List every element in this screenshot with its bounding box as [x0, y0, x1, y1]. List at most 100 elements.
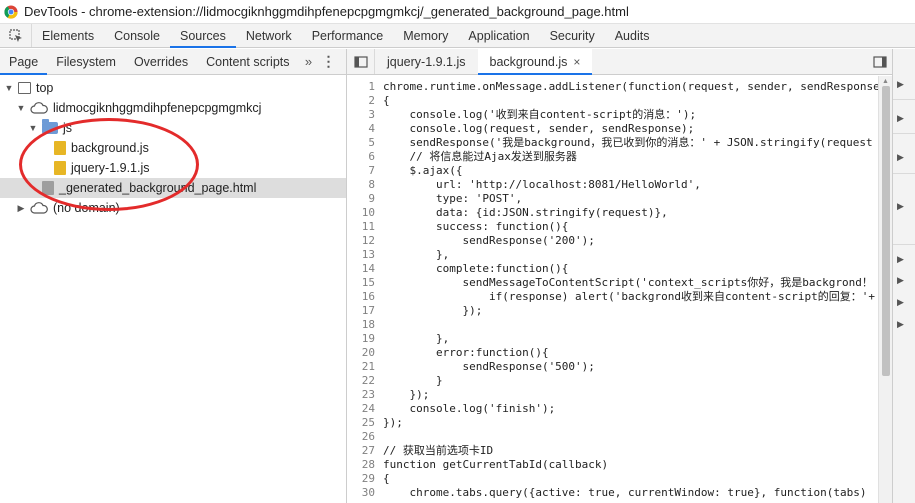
file-tree: ▼ top ▼ lidmocgiknhggmdihpfenepcpgmgmkcj…: [0, 76, 346, 503]
nav-tab-page[interactable]: Page: [0, 49, 48, 75]
tab-audits[interactable]: Audits: [605, 24, 660, 47]
line-number[interactable]: 3: [347, 108, 377, 122]
line-number[interactable]: 17: [347, 304, 377, 318]
sidebar-divider: [893, 133, 915, 134]
expand-arrow-icon[interactable]: ▶: [897, 275, 915, 287]
close-icon[interactable]: ×: [573, 55, 580, 69]
nav-tab-content-scripts[interactable]: Content scripts: [197, 49, 298, 74]
line-number[interactable]: 24: [347, 402, 377, 416]
tab-security[interactable]: Security: [540, 24, 605, 47]
line-number[interactable]: 8: [347, 178, 377, 192]
expand-arrow-icon[interactable]: ▶: [897, 254, 915, 266]
toggle-navigator-button[interactable]: [347, 49, 375, 74]
tab-console[interactable]: Console: [104, 24, 170, 47]
sidebar-divider: [893, 173, 915, 174]
code-line: },: [383, 248, 450, 261]
expand-triangle-icon[interactable]: ▼: [28, 123, 38, 133]
tree-item-label: background.js: [71, 141, 149, 155]
code-editor[interactable]: 1 2 3 4 5 6 7 8 9 10 11 12 13 14 15 16 17 18 19 20 21 22 23 24 2…: [347, 76, 878, 503]
editor-scrollbar[interactable]: ▲: [878, 76, 892, 503]
expand-arrow-icon[interactable]: ▶: [897, 113, 915, 125]
frame-icon: [18, 82, 31, 94]
expand-triangle-icon[interactable]: ▼: [4, 83, 14, 93]
file-icon: [42, 181, 54, 195]
tree-item-jquery-js[interactable]: jquery-1.9.1.js: [0, 158, 346, 178]
collapse-triangle-icon[interactable]: ▶: [16, 203, 26, 213]
line-number[interactable]: 26: [347, 430, 377, 444]
expand-arrow-icon[interactable]: ▶: [897, 201, 915, 213]
cloud-icon: [30, 102, 48, 114]
line-number[interactable]: 21: [347, 360, 377, 374]
line-number[interactable]: 28: [347, 458, 377, 472]
line-number[interactable]: 1: [347, 80, 377, 94]
line-number[interactable]: 23: [347, 388, 377, 402]
inspect-element-button[interactable]: [0, 24, 32, 47]
nav-tab-filesystem[interactable]: Filesystem: [47, 49, 125, 74]
line-number[interactable]: 16: [347, 290, 377, 304]
tree-item-extension-origin[interactable]: ▼ lidmocgiknhggmdihpfenepcpgmgmkcj: [0, 98, 346, 118]
tree-item-js-folder[interactable]: ▼ js: [0, 118, 346, 138]
tree-item-generated-background-page[interactable]: _generated_background_page.html: [0, 178, 346, 198]
tab-network[interactable]: Network: [236, 24, 302, 47]
line-number[interactable]: 22: [347, 374, 377, 388]
expand-triangle-icon[interactable]: ▼: [16, 103, 26, 113]
tab-application[interactable]: Application: [458, 24, 539, 47]
line-number[interactable]: 10: [347, 206, 377, 220]
line-number[interactable]: 9: [347, 192, 377, 206]
scroll-up-arrow-icon[interactable]: ▲: [882, 78, 889, 85]
toggle-debugger-button[interactable]: [868, 49, 892, 74]
line-number[interactable]: 19: [347, 332, 377, 346]
tree-item-background-js[interactable]: background.js: [0, 138, 346, 158]
expand-arrow-icon[interactable]: ▶: [897, 152, 915, 164]
scrollbar-thumb[interactable]: [882, 86, 890, 376]
expand-arrow-icon[interactable]: ▶: [897, 297, 915, 309]
code-line: sendResponse('500');: [383, 360, 595, 373]
line-number[interactable]: 27: [347, 444, 377, 458]
tree-item-no-domain[interactable]: ▶ (no domain): [0, 198, 346, 218]
line-number[interactable]: 15: [347, 276, 377, 290]
code-line: // 将信息能过Ajax发送到服务器: [383, 150, 577, 163]
editor-tab-label: jquery-1.9.1.js: [387, 54, 466, 69]
code-line: chrome.tabs.query({active: true, current…: [383, 486, 867, 499]
debugger-sidebar: ▶ ▶ ▶ ▶ ▶ ▶ ▶ ▶: [892, 49, 915, 503]
tab-performance[interactable]: Performance: [302, 24, 394, 47]
tab-memory[interactable]: Memory: [393, 24, 458, 47]
line-number[interactable]: 13: [347, 248, 377, 262]
tab-sources[interactable]: Sources: [169, 24, 236, 48]
code-line: data: {id:JSON.stringify(request)},: [383, 206, 668, 219]
editor-tab-jquery[interactable]: jquery-1.9.1.js: [375, 49, 478, 74]
line-number[interactable]: 14: [347, 262, 377, 276]
code-line: sendResponse('我是background，我已收到你的消息：' + …: [383, 136, 873, 149]
line-number[interactable]: 29: [347, 472, 377, 486]
tree-item-top[interactable]: ▼ top: [0, 78, 346, 98]
folder-icon: [42, 119, 58, 134]
code-line: sendMessageToContentScript('context_scri…: [383, 276, 873, 289]
navigator-menu-button[interactable]: ⋮: [319, 49, 339, 74]
code-line: success: function(){: [383, 220, 569, 233]
line-number[interactable]: 30: [347, 486, 377, 500]
expand-arrow-icon[interactable]: ▶: [897, 79, 915, 91]
more-tabs-button[interactable]: »: [299, 49, 319, 74]
line-number[interactable]: 25: [347, 416, 377, 430]
file-icon: [54, 141, 66, 155]
line-number[interactable]: 6: [347, 150, 377, 164]
line-number[interactable]: 7: [347, 164, 377, 178]
line-number[interactable]: 12: [347, 234, 377, 248]
nav-tab-overrides[interactable]: Overrides: [125, 49, 197, 74]
tab-elements[interactable]: Elements: [32, 24, 104, 47]
navigator-tab-bar: Page Filesystem Overrides Content script…: [0, 49, 346, 75]
expand-arrow-icon[interactable]: ▶: [897, 319, 915, 331]
code-line: });: [383, 304, 483, 317]
line-number[interactable]: 2: [347, 94, 377, 108]
tree-item-label: lidmocgiknhggmdihpfenepcpgmgmkcj: [53, 101, 262, 115]
code-line: // 获取当前选项卡ID: [383, 444, 494, 457]
line-number[interactable]: 4: [347, 122, 377, 136]
window-title: DevTools - chrome-extension://lidmocgikn…: [24, 4, 629, 19]
line-number[interactable]: 5: [347, 136, 377, 150]
editor-tab-background[interactable]: background.js ×: [477, 49, 593, 75]
line-number[interactable]: 20: [347, 346, 377, 360]
line-number[interactable]: 18: [347, 318, 377, 332]
line-number[interactable]: 11: [347, 220, 377, 234]
